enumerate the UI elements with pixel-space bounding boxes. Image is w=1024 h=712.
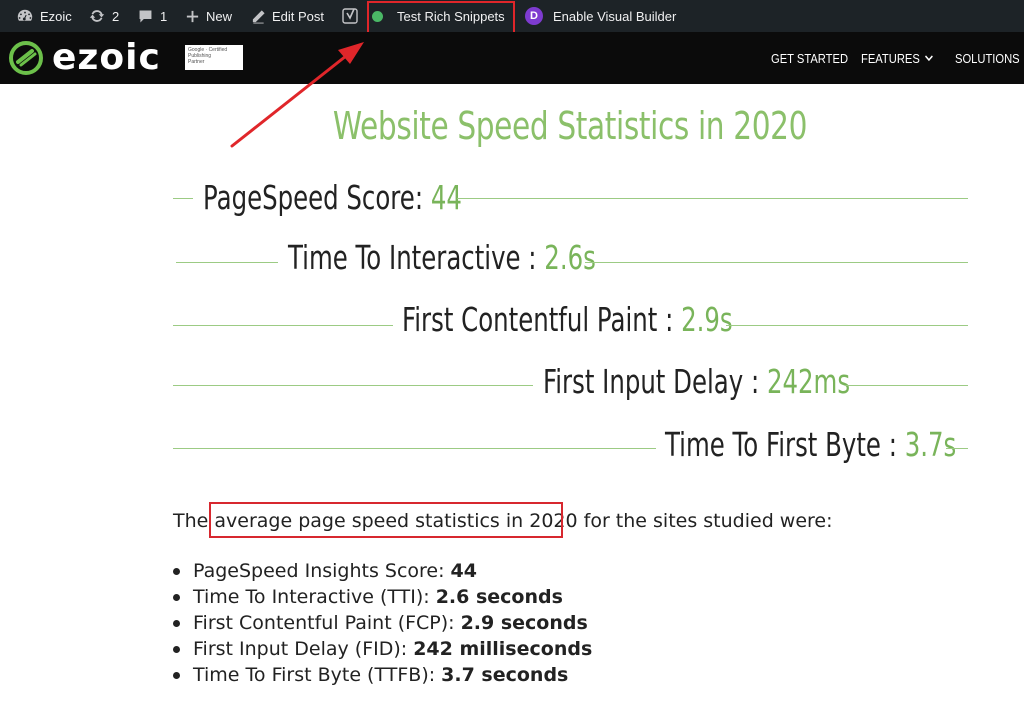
stat-value: 2.9s: [681, 300, 733, 339]
bullet-icon: [173, 567, 180, 575]
list-item-label: PageSpeed Insights Score:: [193, 560, 445, 582]
stat-value: 3.7s: [904, 425, 957, 464]
ezoic-logo-mark-icon: [9, 41, 43, 75]
divider-line: [173, 325, 393, 326]
paragraph-highlight-text: average page speed statistics in 2020: [214, 510, 578, 532]
list-item-label: First Input Delay (FID):: [193, 638, 408, 660]
bullet-icon: [173, 671, 180, 679]
logo-wordmark: ezoic: [52, 37, 161, 78]
comments-menu[interactable]: 1: [137, 0, 167, 32]
paragraph-text: The: [173, 510, 215, 532]
site-name-label: Ezoic: [40, 8, 72, 24]
list-item: First Contentful Paint (FCP): 2.9 seconds: [173, 610, 592, 636]
ezoic-logo[interactable]: ezoic: [8, 40, 161, 76]
stat-pagespeed-score: PageSpeed Score: 44: [203, 178, 462, 218]
stat-label: PageSpeed Score:: [203, 178, 424, 217]
rich-snippets-label: Test Rich Snippets: [397, 8, 505, 24]
divider-line: [176, 262, 278, 263]
enable-visual-builder-button[interactable]: D Enable Visual Builder: [525, 0, 676, 32]
intro-paragraph: The average page speed statistics in 202…: [173, 508, 833, 534]
list-item: Time To Interactive (TTI): 2.6 seconds: [173, 584, 592, 610]
divider-line: [726, 325, 968, 326]
list-item: First Input Delay (FID): 242 milliseconds: [173, 636, 592, 662]
list-item-label: First Contentful Paint (FCP):: [193, 612, 455, 634]
list-item-label: Time To Interactive (TTI):: [193, 586, 430, 608]
edit-post-link[interactable]: Edit Post: [251, 0, 324, 32]
list-item-value: 2.9 seconds: [460, 612, 588, 634]
stat-value: 242ms: [766, 362, 851, 401]
stat-label: Time To Interactive :: [288, 238, 537, 277]
updates-menu[interactable]: 2: [88, 0, 119, 32]
google-partner-badge: Google · Certified Publishing Partner: [185, 45, 243, 70]
list-item-value: 2.6 seconds: [435, 586, 563, 608]
divider-line: [585, 262, 968, 263]
edit-post-label: Edit Post: [272, 8, 325, 24]
divider-line: [845, 385, 968, 386]
nav-label: FEATURES: [861, 50, 920, 66]
updates-count: 2: [112, 8, 120, 24]
new-label: New: [206, 8, 233, 24]
partner-badge-line: Partner: [188, 59, 205, 65]
nav-label: SOLUTIONS: [955, 50, 1020, 66]
list-item: Time To First Byte (TTFB): 3.7 seconds: [173, 662, 592, 688]
stat-time-to-interactive: Time To Interactive : 2.6s: [288, 238, 596, 278]
list-item-value: 3.7 seconds: [441, 664, 569, 686]
divider-line: [173, 385, 533, 386]
nav-label: GET STARTED: [771, 50, 849, 66]
stats-list: PageSpeed Insights Score: 44 Time To Inte…: [173, 558, 592, 688]
yoast-menu[interactable]: [342, 0, 359, 32]
refresh-icon: [88, 7, 106, 25]
status-dot-icon: [372, 10, 383, 22]
comments-count: 1: [160, 8, 168, 24]
stat-label: Time To First Byte :: [665, 425, 897, 464]
pencil-icon: [251, 9, 266, 24]
test-rich-snippets-button[interactable]: Test Rich Snippets: [372, 0, 505, 32]
nav-solutions[interactable]: SOLUTIONS: [955, 32, 1024, 84]
bullet-icon: [173, 593, 180, 601]
nav-features[interactable]: FEATURES: [861, 32, 934, 84]
plus-icon: [185, 9, 200, 24]
stat-first-contentful-paint: First Contentful Paint : 2.9s: [402, 300, 733, 340]
stat-value: 2.6s: [544, 238, 596, 277]
list-item: PageSpeed Insights Score: 44: [173, 558, 592, 584]
bullet-icon: [173, 645, 180, 653]
divider-line: [946, 448, 968, 449]
stat-first-input-delay: First Input Delay : 242ms: [543, 362, 850, 402]
site-name-menu[interactable]: Ezoic: [16, 0, 72, 32]
list-item-label: Time To First Byte (TTFB):: [193, 664, 436, 686]
stat-label: First Input Delay :: [543, 362, 760, 401]
bullet-icon: [173, 619, 180, 627]
divi-logo-icon: D: [525, 7, 543, 25]
site-header: ezoic Google · Certified Publishing Part…: [0, 32, 1024, 84]
divider-line: [173, 448, 656, 449]
page-title: Website Speed Statistics in 2020: [332, 104, 808, 148]
new-content-menu[interactable]: New: [185, 0, 232, 32]
stat-time-to-first-byte: Time To First Byte : 3.7s: [665, 425, 956, 465]
stat-label: First Contentful Paint :: [402, 300, 674, 339]
visual-builder-label: Enable Visual Builder: [553, 8, 677, 24]
dashboard-icon: [16, 7, 34, 25]
chevron-down-icon: [925, 55, 934, 62]
paragraph-text: for the sites studied were:: [577, 510, 833, 532]
yoast-seo-icon: [342, 7, 359, 25]
list-item-value: 242 milliseconds: [413, 638, 593, 660]
list-item-value: 44: [450, 560, 477, 582]
nav-get-started[interactable]: GET STARTED: [771, 32, 848, 84]
comment-icon: [137, 8, 154, 25]
admin-bar: Ezoic 2 1 New Edit Post Test Rich Snippe…: [0, 0, 1024, 32]
divider-line: [457, 198, 968, 199]
divider-line: [173, 198, 193, 199]
